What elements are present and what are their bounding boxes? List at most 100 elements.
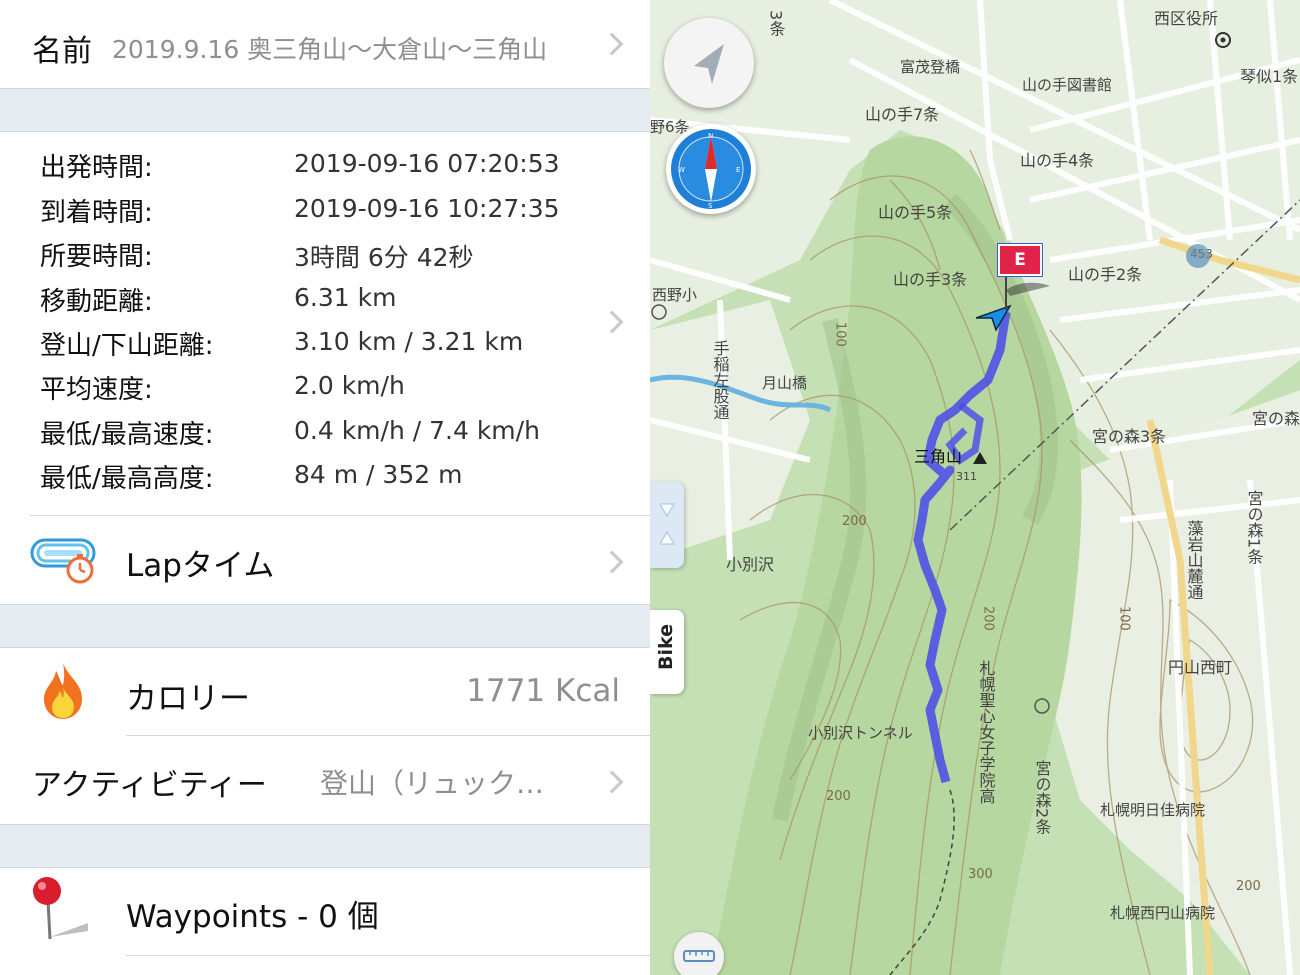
svg-text:W: W	[678, 166, 685, 174]
stat-label: 最低/最高高度:	[40, 464, 214, 494]
map-label: 手稲左股通	[711, 340, 730, 420]
name-label: 名前	[32, 34, 92, 69]
lap-time-label: Lapタイム	[126, 548, 275, 584]
stat-label: 到着時間:	[40, 198, 153, 228]
map-label: 円山西町	[1168, 658, 1232, 677]
stat-value: 2019-09-16 07:20:53	[294, 149, 560, 178]
expand-collapse-icon	[659, 503, 675, 545]
stat-value: 6.31 km	[294, 283, 397, 312]
map-label: 3条	[767, 10, 786, 36]
map-label: 山の手5条	[878, 203, 952, 222]
lap-time-row[interactable]: Lapタイム	[0, 516, 650, 604]
activity-row[interactable]: アクティビティー 登山（リュック…	[0, 736, 650, 824]
map-label: 300	[968, 867, 993, 882]
end-marker-flag: E	[998, 244, 1042, 276]
calorie-label: カロリー	[126, 681, 250, 717]
map-label: 札幌西円山病院	[1110, 904, 1215, 922]
calorie-row: カロリー 1771 Kcal	[0, 647, 650, 735]
chevron-right-icon	[600, 32, 624, 56]
map-label: 山の手2条	[1068, 265, 1142, 284]
activity-detail-panel: 名前 2019.9.16 奥三角山〜大倉山〜三角山 出発時間: 2019-09-…	[0, 0, 650, 975]
stat-row: 登山/下山距離: 3.10 km / 3.21 km	[0, 325, 600, 365]
map-label: 山の手7条	[865, 105, 939, 124]
map-label: 藻岩山麓通	[1185, 520, 1204, 600]
map-label: 富茂登橋	[900, 58, 960, 76]
map-label: 西区役所	[1154, 9, 1218, 28]
svg-text:E: E	[736, 166, 740, 174]
stat-label: 登山/下山距離:	[40, 331, 214, 361]
activity-label: アクティビティー	[32, 768, 267, 803]
stats-block[interactable]: 出発時間: 2019-09-16 07:20:53 到着時間: 2019-09-…	[0, 131, 650, 515]
name-value: 2019.9.16 奥三角山〜大倉山〜三角山	[112, 35, 548, 64]
stat-row: 最低/最高速度: 0.4 km/h / 7.4 km/h	[0, 414, 600, 454]
stat-row: 移動距離: 6.31 km	[0, 281, 600, 321]
map-label: 山の手4条	[1020, 151, 1094, 170]
stat-label: 最低/最高速度:	[40, 420, 214, 450]
map-label: 小別沢	[726, 555, 774, 574]
stat-row: 最低/最高高度: 84 m / 352 m	[0, 458, 600, 498]
stat-value: 2019-09-16 10:27:35	[294, 194, 560, 223]
topographic-map[interactable]: 西区役所 山の手図書館 琴似1条 富茂登橋 山の手7条 山の手4条 山の手5条 …	[650, 0, 1300, 975]
stat-row: 平均速度: 2.0 km/h	[0, 369, 600, 409]
calorie-value: 1771 Kcal	[466, 673, 620, 709]
map-label: 200	[1236, 879, 1261, 894]
svg-text:S: S	[708, 202, 713, 210]
pin-icon	[28, 873, 96, 945]
stopwatch-track-icon	[30, 534, 98, 586]
stat-row: 到着時間: 2019-09-16 10:27:35	[0, 192, 600, 232]
stat-row: 出発時間: 2019-09-16 07:20:53	[0, 147, 600, 187]
map-label: 宮の森2条	[1033, 760, 1052, 834]
bike-tab-label: Bike	[655, 624, 677, 671]
compass-icon: N E W S	[671, 129, 751, 210]
stat-value: 3.10 km / 3.21 km	[294, 327, 524, 356]
map-label: 札幌聖心女子学院高	[977, 660, 996, 804]
panel-toggle-tab[interactable]	[650, 482, 684, 568]
stat-label: 平均速度:	[40, 375, 153, 405]
stat-value: 2.0 km/h	[294, 371, 405, 400]
section-gap	[0, 824, 650, 868]
ruler-icon	[683, 950, 715, 962]
waypoints-label: Waypoints - 0 個	[126, 899, 379, 935]
stat-row: 所要時間: 3時間 6分 42秒	[0, 236, 600, 276]
map-label: 琴似1条	[1240, 67, 1298, 86]
stat-value: 0.4 km/h / 7.4 km/h	[294, 416, 540, 445]
stat-label: 所要時間:	[40, 242, 153, 272]
chevron-right-icon	[600, 550, 624, 574]
stat-value: 84 m / 352 m	[294, 460, 463, 489]
stat-label: 移動距離:	[40, 287, 153, 317]
activity-value: 登山（リュック…	[320, 767, 545, 800]
map-label: 山の手3条	[893, 270, 967, 289]
measure-button[interactable]	[674, 932, 724, 975]
name-row[interactable]: 名前 2019.9.16 奥三角山〜大倉山〜三角山	[0, 0, 650, 88]
map-label: 山の手図書館	[1022, 76, 1112, 94]
map-label: 宮の森3条	[1092, 427, 1166, 446]
waypoints-row[interactable]: Waypoints - 0 個	[0, 867, 650, 955]
flame-icon	[38, 661, 88, 721]
stat-label: 出発時間:	[40, 153, 153, 183]
navigation-arrow-icon	[694, 44, 724, 84]
compass-button[interactable]: N E W S	[666, 124, 756, 214]
route-sign-icon	[1186, 244, 1210, 268]
map-label: 311	[956, 470, 977, 483]
map-label: 宮の森1条	[1245, 490, 1264, 564]
map-label: 100	[1117, 606, 1132, 631]
section-gap	[0, 604, 650, 648]
map-label: 札幌明日佳病院	[1100, 801, 1205, 819]
map-label: 三角山	[914, 447, 962, 466]
svg-text:N: N	[708, 132, 713, 140]
map-label: 月山橋	[762, 374, 807, 392]
bike-mode-tab[interactable]: Bike	[650, 610, 684, 694]
map-label: 西野小	[652, 286, 697, 304]
map-label: 100	[833, 322, 848, 347]
map-label: 200	[981, 606, 996, 631]
map-label: 200	[842, 514, 867, 529]
stat-value: 3時間 6分 42秒	[294, 243, 474, 272]
divider	[126, 955, 650, 956]
map-label: 宮の森	[1252, 409, 1300, 428]
map-label: 200	[826, 789, 851, 804]
map-label: 小別沢トンネル	[808, 724, 913, 742]
chevron-right-icon	[600, 310, 624, 334]
chevron-right-icon	[600, 770, 624, 794]
section-gap	[0, 88, 650, 132]
location-button[interactable]	[664, 18, 754, 108]
